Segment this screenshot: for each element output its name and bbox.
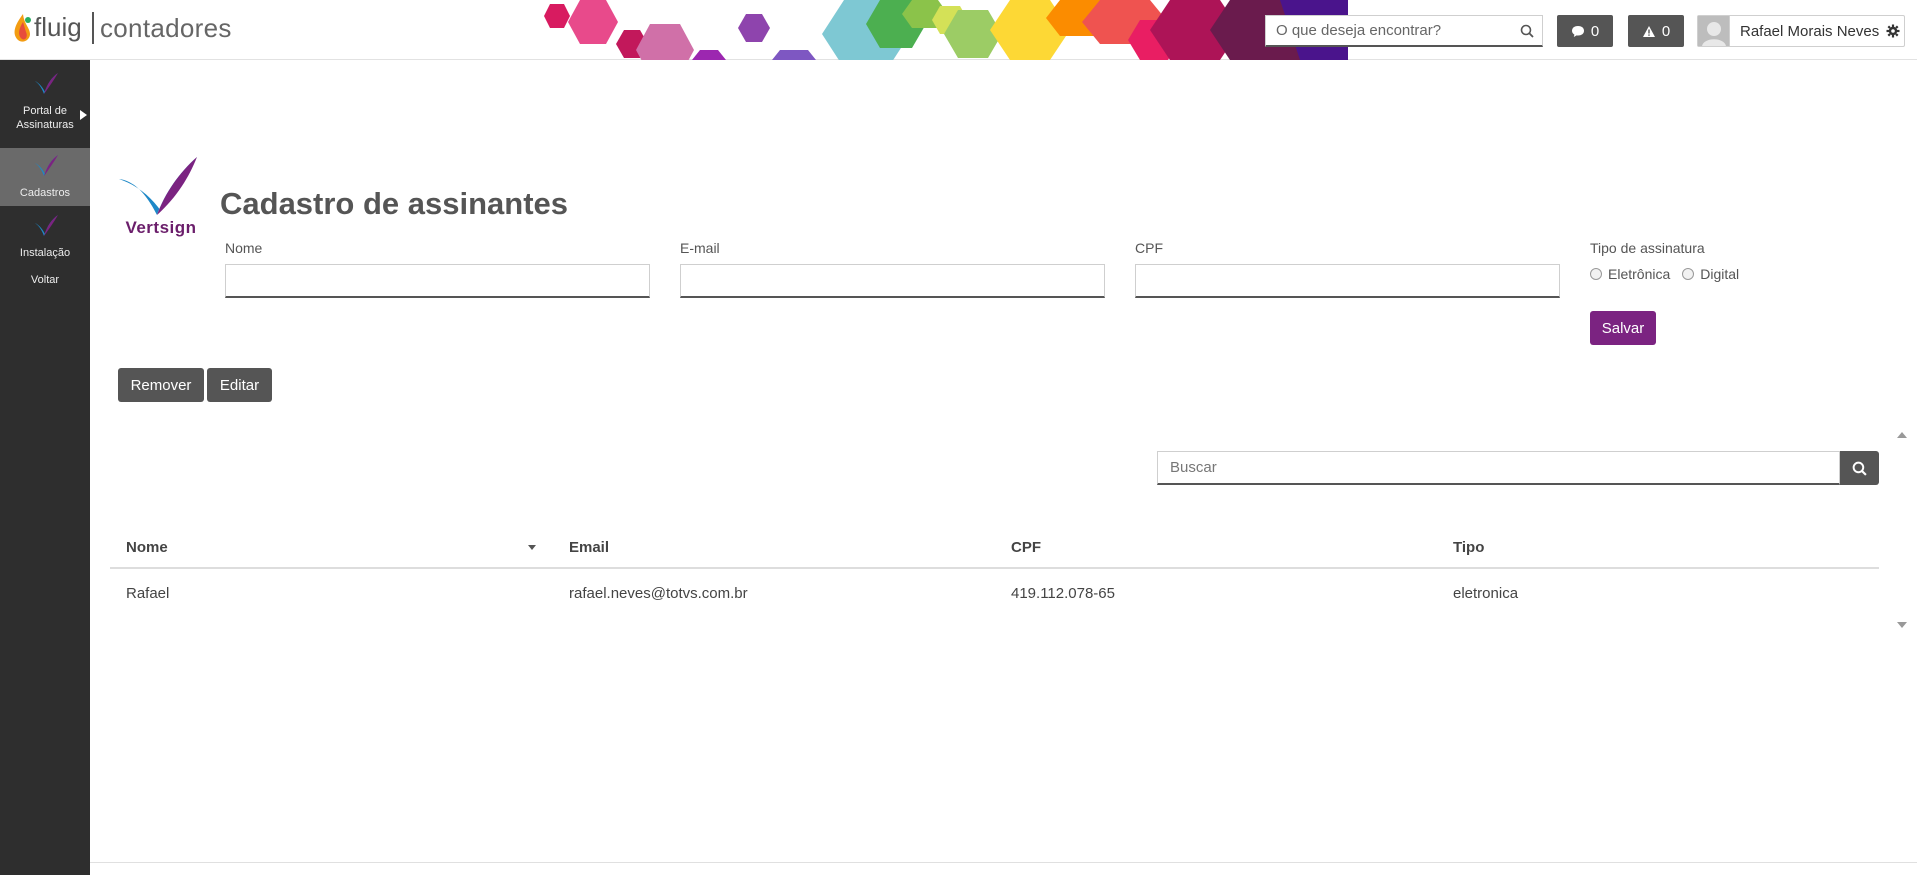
column-header-cpf[interactable]: CPF bbox=[1011, 539, 1041, 556]
email-label: E-mail bbox=[680, 240, 720, 256]
chat-bubble-icon bbox=[1571, 25, 1584, 37]
sidebar: Portal de Assinaturas Cadastros Instalaç… bbox=[0, 60, 90, 875]
radio-digital[interactable]: Digital bbox=[1682, 266, 1739, 282]
footer-divider bbox=[90, 862, 1917, 863]
vertsign-icon bbox=[33, 155, 58, 176]
radio-eletronica-label[interactable]: Eletrônica bbox=[1608, 266, 1670, 282]
sidebar-item-label: Portal de Assinaturas bbox=[16, 105, 74, 131]
cell-tipo: eletronica bbox=[1453, 584, 1519, 602]
table-header: Nome Email CPF Tipo bbox=[110, 527, 1879, 569]
decorative-banner bbox=[540, 0, 1348, 60]
global-search-input[interactable]: O que deseja encontrar? bbox=[1266, 22, 1512, 39]
column-header-email[interactable]: Email bbox=[569, 539, 609, 556]
search-icon[interactable] bbox=[1512, 16, 1542, 46]
sidebar-item-label: Cadastros bbox=[19, 187, 71, 199]
sidebar-item-voltar[interactable]: Voltar bbox=[0, 273, 90, 293]
cpf-label: CPF bbox=[1135, 240, 1163, 256]
brand-divider bbox=[92, 12, 94, 44]
expand-arrow-icon[interactable] bbox=[80, 110, 87, 120]
alerts-button[interactable]: 0 bbox=[1628, 15, 1684, 47]
tipo-assinatura-label: Tipo de assinatura bbox=[1590, 240, 1705, 256]
global-search[interactable]: O que deseja encontrar? bbox=[1265, 15, 1543, 47]
fluig-wordmark: fluig bbox=[34, 12, 82, 42]
save-button[interactable]: Salvar bbox=[1590, 311, 1656, 345]
cpf-field[interactable] bbox=[1135, 264, 1560, 298]
vertsign-logo-text: Vertsign bbox=[125, 218, 197, 237]
gear-icon[interactable] bbox=[1882, 24, 1904, 38]
fluig-logo: fluig bbox=[8, 8, 88, 48]
sort-caret-icon[interactable] bbox=[528, 545, 536, 550]
nome-field[interactable] bbox=[225, 264, 650, 298]
brand[interactable]: fluig contadores bbox=[8, 8, 232, 48]
cell-nome: Rafael bbox=[126, 584, 170, 602]
avatar bbox=[1698, 16, 1730, 46]
email-field[interactable] bbox=[680, 264, 1105, 298]
cell-email: rafael.neves@totvs.com.br bbox=[569, 584, 748, 602]
messages-count: 0 bbox=[1590, 22, 1600, 40]
table-search-button[interactable] bbox=[1840, 451, 1879, 485]
sidebar-item-portal-de-assinaturas[interactable]: Portal de Assinaturas bbox=[0, 70, 90, 150]
messages-button[interactable]: 0 bbox=[1557, 15, 1613, 47]
sidebar-item-label: Voltar bbox=[30, 274, 60, 286]
cell-cpf: 419.112.078-65 bbox=[1011, 584, 1115, 602]
tipo-assinatura-radios: Eletrônica Digital bbox=[1590, 266, 1739, 282]
column-header-nome[interactable]: Nome bbox=[126, 539, 168, 556]
alerts-count: 0 bbox=[1661, 22, 1671, 40]
user-menu[interactable]: Rafael Morais Neves bbox=[1697, 15, 1905, 47]
table-row[interactable]: Rafael rafael.neves@totvs.com.br 419.112… bbox=[110, 569, 1879, 617]
vertsign-icon bbox=[33, 215, 58, 236]
brand-name: contadores bbox=[100, 12, 232, 43]
sidebar-item-cadastros[interactable]: Cadastros bbox=[0, 148, 90, 206]
subscribers-table: Nome Email CPF Tipo Rafael rafael.neves@… bbox=[110, 527, 1879, 617]
table-search: Buscar bbox=[1157, 451, 1879, 485]
table-search-placeholder: Buscar bbox=[1170, 459, 1217, 476]
column-header-tipo[interactable]: Tipo bbox=[1453, 539, 1484, 556]
radio-circle[interactable] bbox=[1590, 268, 1602, 280]
table-search-input[interactable]: Buscar bbox=[1157, 451, 1840, 485]
radio-circle[interactable] bbox=[1682, 268, 1695, 280]
scroll-up-arrow-icon[interactable] bbox=[1897, 432, 1907, 438]
warning-icon bbox=[1642, 25, 1655, 37]
sidebar-item-instalacao[interactable]: Instalação bbox=[0, 210, 90, 260]
top-bar: fluig contadores O que deseja encontrar?… bbox=[0, 0, 1917, 60]
search-icon bbox=[1852, 461, 1867, 476]
user-name: Rafael Morais Neves bbox=[1740, 22, 1880, 40]
scroll-down-arrow-icon[interactable] bbox=[1897, 622, 1907, 628]
edit-button[interactable]: Editar bbox=[207, 368, 272, 402]
nome-label: Nome bbox=[225, 240, 263, 256]
sidebar-item-label: Instalação bbox=[19, 247, 71, 259]
page-title: Cadastro de assinantes bbox=[220, 186, 569, 221]
vertsign-icon bbox=[33, 73, 58, 94]
radio-eletronica[interactable]: Eletrônica bbox=[1590, 266, 1670, 282]
remove-button[interactable]: Remover bbox=[118, 368, 204, 402]
radio-digital-label[interactable]: Digital bbox=[1700, 266, 1739, 282]
